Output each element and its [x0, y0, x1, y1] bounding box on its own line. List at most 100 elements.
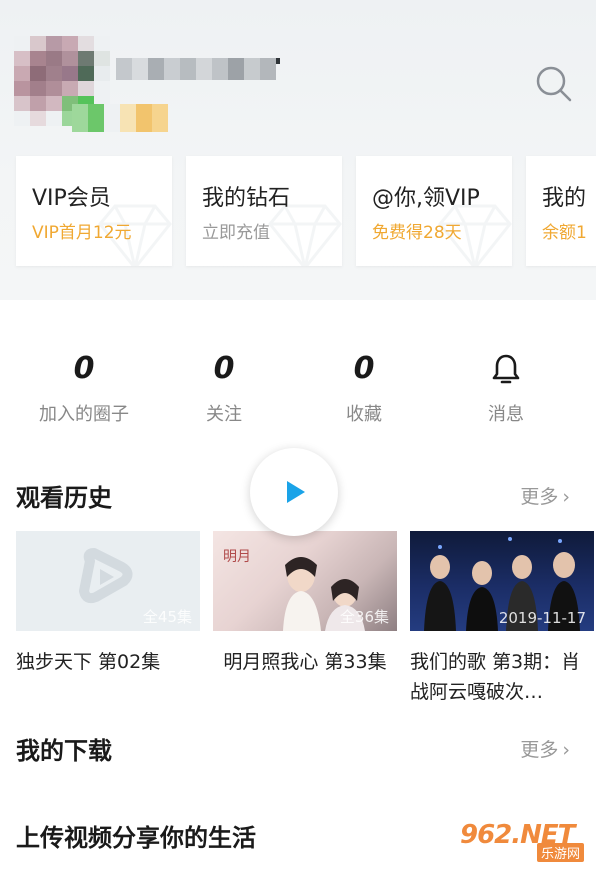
card-title: VIP会员: [32, 186, 111, 211]
history-more-link[interactable]: 更多 ›: [520, 482, 570, 509]
avatar-pixel: [14, 111, 30, 126]
stat-value: 0: [213, 351, 235, 386]
search-icon[interactable]: [534, 64, 574, 104]
card-subtitle: 余额1: [542, 223, 587, 243]
history-item[interactable]: 2019-11-17 我们的歌 第3期：肖战阿云嘎破次…: [410, 531, 594, 707]
profile-header: VIP会员 VIP首月12元 我的钻石 立即充值 @你,领VIP 免费得28天 …: [0, 0, 596, 300]
username-pixel: [132, 58, 148, 80]
downloads-title: 我的下载: [16, 737, 112, 765]
history-item[interactable]: 全45集 独步天下 第02集: [16, 531, 200, 677]
card-subtitle: VIP首月12元: [32, 223, 132, 243]
chevron-right-icon: ›: [562, 739, 570, 761]
badge-pixel: [88, 104, 104, 132]
air-date-badge: 2019-11-17: [498, 609, 586, 627]
site-watermark: 962.NET 乐游网: [456, 820, 590, 864]
more-label: 更多: [520, 739, 559, 761]
stat-following[interactable]: 0 关注: [154, 350, 294, 426]
badge-pixel: [136, 104, 152, 132]
thumbnail: 2019-11-17: [410, 531, 594, 631]
app-root: VIP会员 VIP首月12元 我的钻石 立即充值 @你,领VIP 免费得28天 …: [0, 0, 596, 872]
username-pixel: [164, 58, 180, 80]
avatar-pixel: [46, 81, 62, 96]
avatar-pixel: [94, 81, 110, 96]
username-pixel: [244, 58, 260, 80]
username-pixel: [180, 58, 196, 80]
avatar-pixel: [30, 51, 46, 66]
card-subtitle: 立即充值: [202, 223, 270, 243]
bell-icon: [436, 350, 576, 388]
card-vip[interactable]: VIP会员 VIP首月12元: [16, 156, 172, 266]
avatar-pixel: [14, 81, 30, 96]
username-pixel: [196, 58, 212, 80]
avatar-pixel: [78, 66, 94, 81]
play-button[interactable]: [250, 448, 338, 536]
stat-value: 0: [353, 351, 375, 386]
username-blurred: [116, 58, 280, 80]
card-title: 我的钻石: [202, 186, 291, 211]
avatar-pixel: [30, 36, 46, 51]
avatar-pixel: [78, 81, 94, 96]
avatar-pixel: [62, 81, 78, 96]
username-pixel: [212, 58, 228, 80]
avatar-pixel: [78, 51, 94, 66]
more-label: 更多: [520, 486, 559, 508]
level-badges: [72, 104, 168, 132]
badge-pixel: [120, 104, 136, 132]
card-subtitle: 免费得28天: [372, 223, 462, 243]
stat-label: 加入的圈子: [39, 404, 129, 425]
promo-cards: VIP会员 VIP首月12元 我的钻石 立即充值 @你,领VIP 免费得28天 …: [16, 156, 596, 266]
avatar-pixel: [30, 66, 46, 81]
username-pixel: [148, 58, 164, 80]
avatar-pixel: [62, 36, 78, 51]
avatar-pixel: [14, 66, 30, 81]
badge-pixel: [104, 104, 120, 132]
stat-favorites[interactable]: 0 收藏: [294, 350, 434, 426]
badge-pixel: [152, 104, 168, 132]
history-item-title: 明月照我心 第33集: [223, 651, 387, 673]
avatar-pixel: [62, 51, 78, 66]
episode-count-badge: 全45集: [142, 608, 192, 626]
avatar-pixel: [46, 111, 62, 126]
card-invite-vip[interactable]: @你,领VIP 免费得28天: [356, 156, 512, 266]
avatar-pixel: [94, 36, 110, 51]
play-icon: [287, 481, 305, 503]
username-pixel: [260, 58, 276, 80]
svg-text:明月: 明月: [223, 549, 251, 565]
stat-label: 收藏: [346, 404, 382, 425]
avatar-pixel: [30, 96, 46, 111]
stat-messages[interactable]: 消息: [436, 350, 576, 426]
history-item[interactable]: 明月 全36集 明月照我心 第33集: [213, 531, 397, 677]
watermark-sub: 乐游网: [536, 843, 584, 862]
avatar-pixel: [62, 66, 78, 81]
episode-count-badge: 全36集: [339, 608, 389, 626]
stat-value: 0: [73, 351, 95, 386]
avatar-pixel: [30, 111, 46, 126]
downloads-more-link[interactable]: 更多 ›: [520, 735, 570, 762]
history-title: 观看历史: [16, 484, 112, 512]
stat-label: 关注: [206, 404, 242, 425]
avatar-pixel: [78, 36, 94, 51]
avatar-pixel: [14, 51, 30, 66]
history-item-title: 我们的歌 第3期：肖战阿云嘎破次…: [410, 651, 581, 703]
stat-label: 消息: [488, 404, 524, 425]
card-title: @你,领VIP: [372, 186, 480, 211]
upload-title[interactable]: 上传视频分享你的生活: [16, 818, 256, 853]
avatar-pixel: [14, 96, 30, 111]
avatar-pixel: [46, 96, 62, 111]
card-balance[interactable]: 我的 余额1: [526, 156, 596, 266]
avatar-pixel: [46, 36, 62, 51]
avatar-pixel: [30, 81, 46, 96]
stat-joined-circles[interactable]: 0 加入的圈子: [14, 350, 154, 426]
avatar-pixel: [46, 51, 62, 66]
avatar-pixel: [46, 66, 62, 81]
thumbnail: 全45集: [16, 531, 200, 631]
username-pixel: [116, 58, 132, 80]
avatar-pixel: [14, 36, 30, 51]
card-diamond[interactable]: 我的钻石 立即充值: [186, 156, 342, 266]
username-pixel: [228, 58, 244, 80]
avatar-pixel: [94, 66, 110, 81]
chevron-right-icon: ›: [562, 486, 570, 508]
badge-pixel: [72, 104, 88, 132]
username-pixel: [276, 58, 280, 64]
avatar-pixel: [94, 51, 110, 66]
